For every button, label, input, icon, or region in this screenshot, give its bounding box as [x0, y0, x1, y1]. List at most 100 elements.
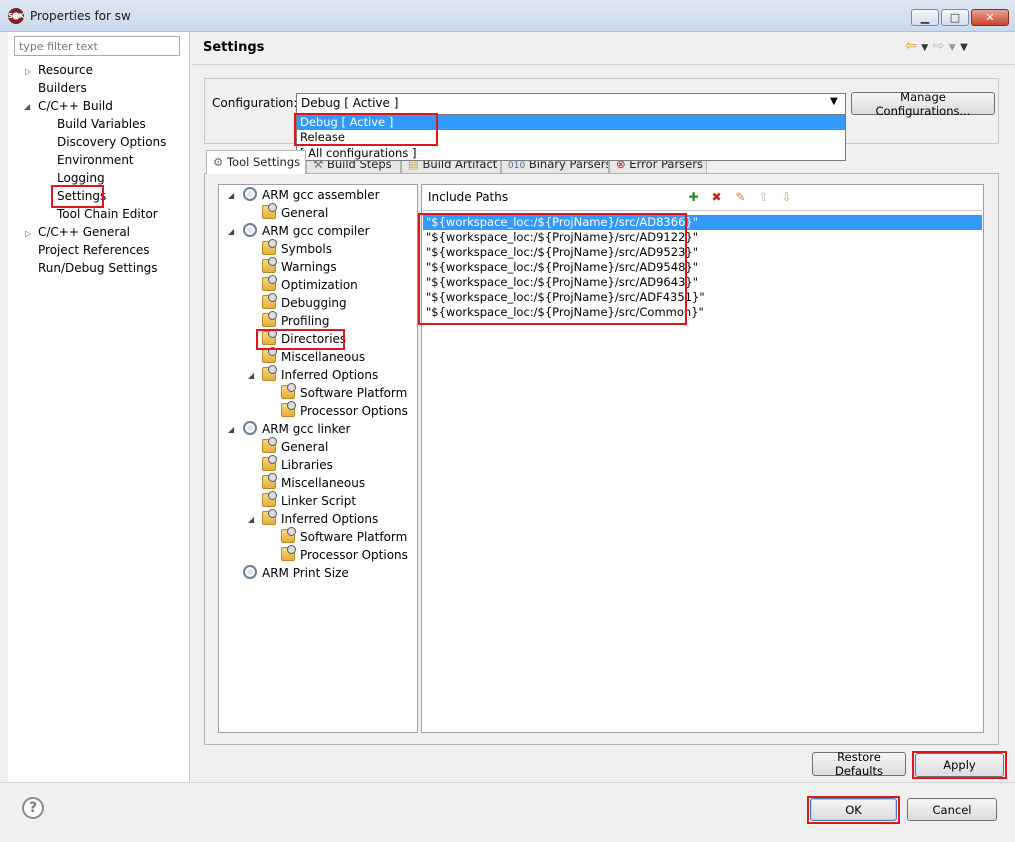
collapse-arrow-icon[interactable]: ◢ [248, 371, 254, 380]
config-option-all[interactable]: [ All configurations ] [297, 146, 845, 161]
nav-tool-chain-editor[interactable]: Tool Chain Editor [57, 205, 158, 223]
include-path-item[interactable]: "${workspace_loc:/${ProjName}/src/Common… [423, 305, 982, 320]
include-path-item[interactable]: "${workspace_loc:/${ProjName}/src/ADF435… [423, 290, 982, 305]
ok-button[interactable]: OK [810, 798, 897, 821]
tree-symbols[interactable]: Symbols [262, 239, 332, 258]
tree-optimization[interactable]: Optimization [262, 275, 358, 294]
nav-settings[interactable]: Settings [57, 187, 106, 205]
options-folder-icon [281, 527, 296, 543]
include-path-item[interactable]: "${workspace_loc:/${ProjName}/src/AD9548… [423, 260, 982, 275]
cancel-button[interactable]: Cancel [907, 798, 997, 821]
include-path-item[interactable]: "${workspace_loc:/${ProjName}/src/AD9122… [423, 230, 982, 245]
tree-libraries[interactable]: Libraries [262, 455, 333, 474]
tree-arm-gcc-linker[interactable]: ARM gcc linker [243, 420, 350, 438]
tree-software-platform[interactable]: Software Platform [281, 383, 407, 402]
nav-build-variables[interactable]: Build Variables [57, 115, 146, 133]
page-title: Settings [203, 40, 265, 55]
nav-cc-build[interactable]: C/C++ Build [38, 97, 113, 115]
configuration-dropdown-list: Debug [ Active ] Release [ All configura… [296, 114, 846, 161]
options-folder-icon [262, 311, 277, 327]
options-folder-icon [262, 329, 277, 345]
tree-inferred-options[interactable]: Inferred Options [262, 365, 378, 384]
header-divider [192, 64, 1015, 65]
config-option-release[interactable]: Release [297, 130, 845, 145]
include-path-item[interactable]: "${workspace_loc:/${ProjName}/src/AD8366… [423, 215, 982, 230]
include-path-item[interactable]: "${workspace_loc:/${ProjName}/src/AD9523… [423, 245, 982, 260]
nav-builders[interactable]: Builders [38, 79, 87, 97]
collapse-arrow-icon[interactable]: ◢ [228, 191, 234, 200]
forward-menu-icon[interactable]: ▼ [949, 43, 956, 53]
window-title: Properties for sw [30, 9, 131, 23]
chevron-down-icon[interactable]: ▼ [830, 96, 838, 107]
tree-linker-processor-options[interactable]: Processor Options [281, 545, 408, 564]
include-paths-label: Include Paths [428, 190, 509, 204]
restore-defaults-button[interactable]: Restore Defaults [812, 750, 906, 778]
options-folder-icon [281, 383, 296, 399]
tree-debugging[interactable]: Debugging [262, 293, 347, 312]
delete-icon[interactable]: ✖ [709, 190, 724, 205]
nav-project-references[interactable]: Project References [38, 241, 150, 259]
nav-discovery-options[interactable]: Discovery Options [57, 133, 166, 151]
collapse-arrow-icon[interactable]: ◢ [228, 227, 234, 236]
options-folder-icon [262, 275, 277, 291]
tree-directories[interactable]: Directories [262, 329, 346, 348]
configuration-select[interactable]: Debug [ Active ] [296, 93, 846, 115]
options-folder-icon [262, 347, 277, 363]
tree-linker-software-platform[interactable]: Software Platform [281, 527, 407, 546]
options-folder-icon [262, 293, 277, 309]
options-folder-icon [262, 491, 277, 507]
tool-icon [243, 223, 257, 237]
edit-icon[interactable]: ✎ [733, 190, 748, 205]
tree-linker-general[interactable]: General [262, 437, 328, 456]
back-arrow-icon[interactable]: ⇦ [905, 38, 917, 54]
filter-input[interactable] [14, 36, 180, 56]
expand-arrow-icon[interactable]: ▷ [25, 229, 31, 238]
tree-linker-miscellaneous[interactable]: Miscellaneous [262, 473, 365, 492]
tree-linker-inferred-options[interactable]: Inferred Options [262, 509, 378, 528]
view-menu-icon[interactable]: ▼ [960, 42, 968, 53]
tool-icon [243, 421, 257, 435]
tree-arm-print-size[interactable]: ARM Print Size [243, 564, 349, 582]
nav-cc-general[interactable]: C/C++ General [38, 223, 130, 241]
config-option-debug[interactable]: Debug [ Active ] [297, 115, 845, 130]
tree-profiling[interactable]: Profiling [262, 311, 330, 330]
tab-tool-settings[interactable]: ⚙ Tool Settings [206, 150, 306, 174]
maximize-icon[interactable]: □ [941, 9, 969, 26]
nav-run-debug-settings[interactable]: Run/Debug Settings [38, 259, 158, 277]
close-icon[interactable]: ✕ [971, 9, 1009, 26]
options-folder-icon [262, 239, 277, 255]
minimize-icon[interactable]: ▁ [911, 9, 939, 26]
tree-processor-options[interactable]: Processor Options [281, 401, 408, 420]
move-up-icon[interactable]: ⇧ [756, 190, 771, 205]
options-folder-icon [281, 401, 296, 417]
help-icon[interactable]: ? [22, 797, 44, 819]
binary-parsers-icon: 010 [508, 161, 526, 171]
back-menu-icon[interactable]: ▼ [921, 43, 928, 53]
apply-button[interactable]: Apply [915, 753, 1004, 777]
tree-linker-script[interactable]: Linker Script [262, 491, 356, 510]
move-down-icon[interactable]: ⇩ [779, 190, 794, 205]
history-nav[interactable]: ⇦ ▼ ⇨ ▼ ▼ [905, 38, 968, 54]
options-folder-icon [262, 455, 277, 471]
title-bar[interactable] [0, 0, 1015, 32]
collapse-arrow-icon[interactable]: ◢ [24, 102, 30, 111]
nav-logging[interactable]: Logging [57, 169, 105, 187]
manage-configurations-button[interactable]: Manage Configurations... [851, 90, 995, 118]
nav-environment[interactable]: Environment [57, 151, 134, 169]
tree-arm-gcc-compiler[interactable]: ARM gcc compiler [243, 222, 370, 240]
tree-warnings[interactable]: Warnings [262, 257, 337, 276]
tool-icon [243, 187, 257, 201]
expand-arrow-icon[interactable]: ▷ [25, 67, 31, 76]
collapse-arrow-icon[interactable]: ◢ [248, 515, 254, 524]
tool-settings-icon: ⚙ [213, 155, 224, 169]
tree-arm-gcc-assembler[interactable]: ARM gcc assembler [243, 186, 380, 204]
nav-resource[interactable]: Resource [38, 61, 93, 79]
tree-miscellaneous[interactable]: Miscellaneous [262, 347, 365, 366]
configuration-label: Configuration: [212, 96, 298, 110]
add-icon[interactable]: ✚ [686, 190, 701, 205]
include-path-item[interactable]: "${workspace_loc:/${ProjName}/src/AD9643… [423, 275, 982, 290]
forward-arrow-icon[interactable]: ⇨ [933, 38, 945, 54]
options-folder-icon [262, 257, 277, 273]
collapse-arrow-icon[interactable]: ◢ [228, 425, 234, 434]
tree-assembler-general[interactable]: General [262, 203, 328, 222]
